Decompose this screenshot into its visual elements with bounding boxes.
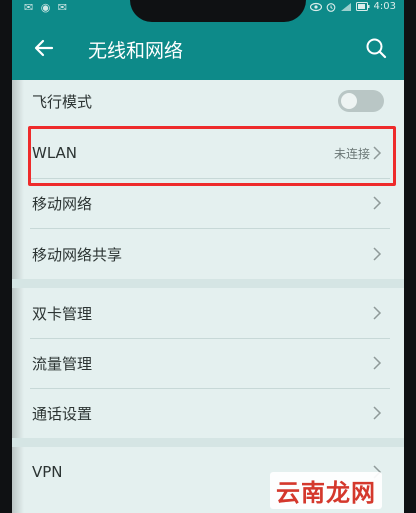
- status-bar-right: 4:03: [309, 1, 396, 12]
- signal-icon: [340, 2, 351, 11]
- settings-row-wlan[interactable]: WLAN 未连接: [12, 128, 404, 178]
- settings-row-airplane-mode[interactable]: 飞行模式: [12, 76, 404, 126]
- section-gap: [12, 279, 404, 288]
- settings-row-mobile-network[interactable]: 移动网络: [12, 178, 404, 228]
- status-time: 4:03: [373, 1, 396, 12]
- settings-row-tethering[interactable]: 移动网络共享: [12, 229, 404, 279]
- chevron-right-icon: [373, 356, 382, 370]
- row-label: 流量管理: [32, 354, 93, 373]
- chevron-right-icon: [373, 196, 382, 210]
- alarm-icon: [326, 2, 335, 12]
- row-label: 双卡管理: [32, 304, 93, 323]
- battery-icon: [355, 2, 370, 11]
- airplane-mode-toggle[interactable]: [338, 90, 384, 112]
- divider: [30, 126, 390, 127]
- search-icon[interactable]: [364, 36, 388, 60]
- chevron-right-icon: [373, 306, 382, 320]
- page-title: 无线和网络: [88, 40, 184, 62]
- row-label: 移动网络共享: [32, 245, 123, 264]
- camera-notch: [130, 0, 306, 22]
- settings-row-data-usage[interactable]: 流量管理: [12, 338, 404, 388]
- row-label: 通话设置: [32, 404, 93, 423]
- toggle-knob: [341, 93, 357, 109]
- back-arrow-icon[interactable]: [32, 36, 56, 60]
- status-notification-icons: ✉ ◉ ✉: [24, 1, 70, 14]
- watermark-logo: 云南龙网: [270, 472, 382, 509]
- app-bar: ✉ ◉ ✉ 4:03 无线和网络: [12, 0, 404, 80]
- section-gap: [12, 438, 404, 447]
- row-label: 飞行模式: [32, 92, 93, 111]
- chevron-right-icon: [373, 146, 382, 160]
- settings-row-dual-sim[interactable]: 双卡管理: [12, 288, 404, 338]
- eye-icon: [309, 2, 322, 11]
- wlan-status-value: 未连接: [333, 146, 370, 161]
- settings-row-call-settings[interactable]: 通话设置: [12, 388, 404, 438]
- chevron-right-icon: [373, 247, 382, 261]
- row-label: VPN: [32, 463, 63, 481]
- chevron-right-icon: [373, 406, 382, 420]
- row-label: 移动网络: [32, 194, 93, 213]
- phone-screen: ✉ ◉ ✉ 4:03 无线和网络 飞行模式 WLAN 未连接 移动网络 移动网络…: [12, 0, 404, 513]
- row-label: WLAN: [32, 144, 78, 162]
